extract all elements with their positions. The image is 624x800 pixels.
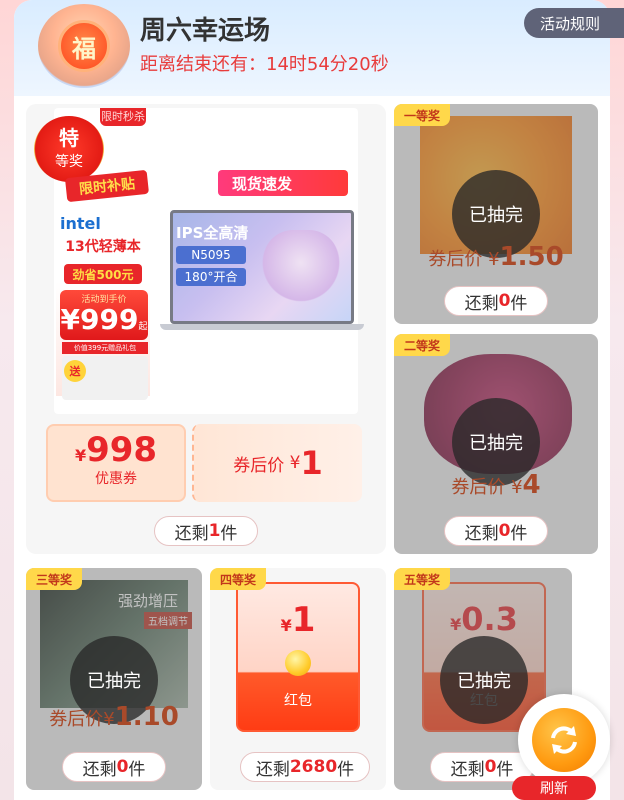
refresh-label[interactable]: 刷新 <box>512 776 596 800</box>
badge-sub: 等奖 <box>55 154 83 170</box>
remain-count-2: 还剩 0 件 <box>444 516 548 546</box>
lucky-bag-icon: 福 <box>38 4 130 88</box>
page-title: 周六幸运场 <box>140 16 271 46</box>
price-suffix: 起 <box>138 322 148 332</box>
flash-sale-tag: 限时秒杀 <box>100 108 146 126</box>
coin-icon <box>285 650 311 676</box>
after-coupon-price: 券后价¥1.10 <box>49 702 179 732</box>
rank-tag: 四等奖 <box>210 568 267 590</box>
sold-out-badge: 已抽完 <box>440 636 528 724</box>
rank-tag: 五等奖 <box>394 568 451 590</box>
laptop-title: 13代轻薄本 <box>65 239 141 255</box>
countdown-label: 距离结束还有： <box>140 54 266 75</box>
remain-count-3: 还剩 0 件 <box>62 752 166 782</box>
special-prize-badge: 特 等奖 <box>34 116 104 182</box>
remain-count-special: 还剩 1 件 <box>154 516 258 546</box>
screen-label: IPS全高清 <box>176 224 249 242</box>
after-coupon-price: 券后价 ¥4 <box>451 470 541 500</box>
rank-tag: 一等奖 <box>394 104 451 126</box>
countdown-value: 14时54分20秒 <box>266 54 389 75</box>
laptop-base <box>160 324 364 330</box>
rules-button[interactable]: 活动规则 <box>524 8 624 38</box>
refresh-button[interactable] <box>518 694 610 786</box>
red-packet-label: 红包 <box>284 693 312 709</box>
refresh-icon <box>532 708 596 772</box>
coupon-value: ¥998 <box>74 430 158 470</box>
after-coupon-price: 券后价 ¥1 <box>192 424 362 502</box>
ship-tag: 现货速发 <box>218 170 348 196</box>
remain-count-1: 还剩 0 件 <box>444 286 548 316</box>
promo-price-tag: 活动到手价 ¥999起 <box>60 290 148 340</box>
discount-tag: 劲省500元 <box>64 264 142 284</box>
intel-logo: intel <box>60 214 101 233</box>
hinge-label: 180°开合 <box>176 268 246 286</box>
gift-label: 送 <box>64 360 86 382</box>
promo-price: ¥999 <box>60 303 139 336</box>
rank-tag: 三等奖 <box>26 568 83 590</box>
gift-strip: 价值399元赠品礼包 <box>62 342 148 354</box>
badge-main: 特 <box>59 126 79 150</box>
fu-char: 福 <box>58 20 110 72</box>
cpu-label: N5095 <box>176 246 246 264</box>
mascot-image <box>262 230 340 312</box>
red-packet-value: ¥1 <box>280 600 316 640</box>
after-coupon-price: 券后价 ¥1.50 <box>428 242 564 272</box>
countdown: 距离结束还有：14时54分20秒 <box>140 50 389 76</box>
coupon-label: 优惠券 <box>95 471 137 487</box>
rank-tag: 二等奖 <box>394 334 451 356</box>
remain-count-4: 还剩 2680 件 <box>240 752 370 782</box>
coupon-value-box: ¥998 优惠券 <box>46 424 186 502</box>
